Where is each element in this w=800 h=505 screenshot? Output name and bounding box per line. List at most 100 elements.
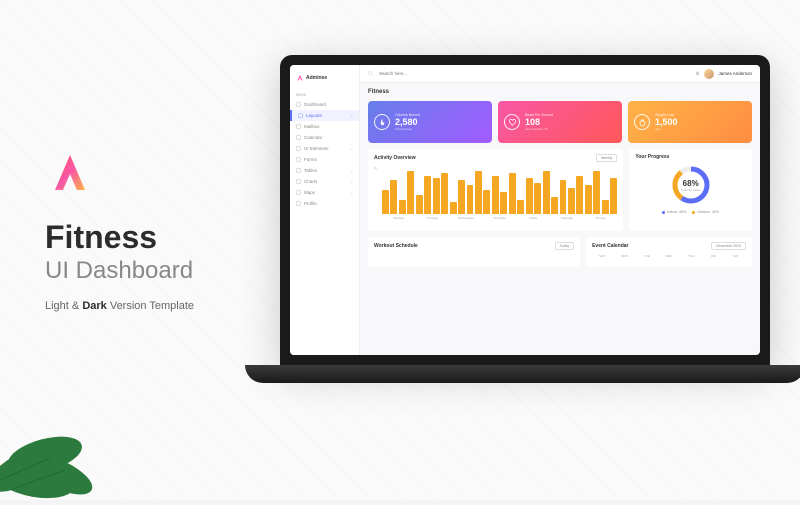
- brand-logo-large: [45, 150, 95, 200]
- calendar-day-header: THU: [681, 254, 701, 258]
- laptop-mockup: Adminse MENU DashboardLayouts⌄MailboxCal…: [280, 55, 770, 435]
- user-name[interactable]: James Anderson: [718, 71, 752, 76]
- workout-filter[interactable]: Today: [555, 242, 574, 250]
- sidebar-item-maps[interactable]: Maps⌄: [290, 187, 359, 198]
- chart-bar: [382, 190, 389, 214]
- chevron-down-icon: ⌄: [350, 114, 353, 118]
- menu-icon: [296, 179, 301, 184]
- chart-bar: [399, 200, 406, 214]
- event-calendar-panel: Event Calendar December 2024 SUNMONTUEWE…: [586, 237, 752, 267]
- notification-icon[interactable]: [695, 71, 700, 76]
- brand-name: Adminse: [306, 75, 327, 81]
- flame-icon: [374, 114, 390, 130]
- chart-bar: [458, 180, 465, 214]
- menu-icon: [296, 102, 301, 107]
- menu-icon: [296, 201, 301, 206]
- calendar-day-header: TUE: [637, 254, 657, 258]
- laptop-base: [245, 365, 800, 383]
- menu-icon: [296, 124, 301, 129]
- chart-bar: [560, 180, 567, 214]
- brand-logo-icon: [296, 74, 304, 82]
- marketing-title: Fitness: [45, 220, 194, 255]
- chart-bar: [467, 185, 474, 214]
- marketing-subtitle: UI Dashboard: [45, 257, 194, 285]
- chart-bar: [492, 176, 499, 214]
- chart-bar: [602, 200, 609, 214]
- sidebar-brand[interactable]: Adminse: [290, 71, 359, 85]
- chart-bar: [517, 200, 524, 214]
- legend-indoor: Indoor 60%: [662, 210, 686, 214]
- stat-cards-row: Calories Burned 2,580 KCal burned Beats …: [368, 101, 752, 143]
- activity-bar-chart: 2k MondayTuesdayWednesdayThursdayFridayS…: [374, 166, 617, 226]
- menu-icon: [296, 190, 301, 195]
- calendar-month[interactable]: December 2024: [711, 242, 746, 250]
- chart-bar: [551, 197, 558, 214]
- sidebar-item-mailbox[interactable]: Mailbox: [290, 121, 359, 132]
- chart-bar: [416, 195, 423, 214]
- sidebar: Adminse MENU DashboardLayouts⌄MailboxCal…: [290, 65, 360, 355]
- chart-bar: [593, 171, 600, 214]
- activity-title: Activity Overview: [374, 155, 416, 161]
- chart-bar: [576, 176, 583, 214]
- chart-bar: [424, 176, 431, 214]
- chart-bar: [450, 202, 457, 214]
- chart-bar: [568, 188, 575, 214]
- user-avatar[interactable]: [704, 69, 714, 79]
- chart-bar: [441, 173, 448, 214]
- calendar-day-header: WED: [659, 254, 679, 258]
- stat-card-calories[interactable]: Calories Burned 2,580 KCal burned: [368, 101, 492, 143]
- progress-panel: Your Progress 68% Calories eaten: [629, 149, 752, 231]
- menu-icon: [296, 168, 301, 173]
- heart-icon: [504, 114, 520, 130]
- workout-schedule-panel: Workout Schedule Today: [368, 237, 580, 267]
- progress-title: Your Progress: [635, 154, 669, 160]
- search-icon: [368, 71, 373, 76]
- sidebar-section-label: MENU: [290, 91, 359, 99]
- marketing-tagline: Light & Dark Version Template: [45, 300, 194, 312]
- calendar-day-header: SUN: [592, 254, 612, 258]
- calendar-day-header: MON: [614, 254, 634, 258]
- menu-icon: [296, 146, 301, 151]
- progress-donut-chart: 68% Calories eaten: [670, 164, 712, 206]
- chart-bar: [407, 171, 414, 214]
- chevron-down-icon: ⌄: [350, 169, 353, 173]
- calendar-title: Event Calendar: [592, 243, 628, 249]
- sidebar-item-calendar[interactable]: Calendar: [290, 132, 359, 143]
- decorative-leaf: [0, 380, 130, 500]
- stat-card-weight[interactable]: Weight Loss 1,500 gain: [628, 101, 752, 143]
- chart-bar: [433, 178, 440, 214]
- sidebar-item-forms[interactable]: Forms: [290, 154, 359, 165]
- page-title: Fitness: [368, 89, 752, 95]
- chart-bar: [585, 185, 592, 214]
- sidebar-item-ui-elements[interactable]: UI Elements⌄: [290, 143, 359, 154]
- chart-bar: [390, 180, 397, 214]
- chart-bar: [610, 178, 617, 214]
- kettlebell-icon: [634, 114, 650, 130]
- activity-filter[interactable]: Weekly: [596, 154, 617, 162]
- sidebar-item-dashboard[interactable]: Dashboard: [290, 99, 359, 110]
- legend-outdoor: Outdoor 30%: [692, 210, 719, 214]
- menu-icon: [298, 113, 303, 118]
- sidebar-item-layouts[interactable]: Layouts⌄: [290, 110, 359, 121]
- chart-bar: [500, 192, 507, 214]
- menu-icon: [296, 135, 301, 140]
- workout-title: Workout Schedule: [374, 243, 418, 249]
- chart-bar: [509, 173, 516, 214]
- chart-bar: [483, 190, 490, 214]
- chart-bar: [475, 171, 482, 214]
- stat-card-heartrate[interactable]: Beats Per Second 108 Last checkup: 72: [498, 101, 622, 143]
- menu-icon: [296, 157, 301, 162]
- activity-overview-panel: Activity Overview Weekly 2k MondayTuesda…: [368, 149, 623, 231]
- search-input[interactable]: [379, 71, 689, 76]
- sidebar-item-charts[interactable]: Charts⌄: [290, 176, 359, 187]
- chevron-down-icon: ⌄: [350, 147, 353, 151]
- sidebar-item-tables[interactable]: Tables⌄: [290, 165, 359, 176]
- chevron-down-icon: ⌄: [350, 180, 353, 184]
- marketing-section: Fitness UI Dashboard Light & Dark Versio…: [45, 150, 194, 312]
- calendar-day-header: SAT: [726, 254, 746, 258]
- calendar-day-header: FRI: [703, 254, 723, 258]
- sidebar-item-profile[interactable]: Profile: [290, 198, 359, 209]
- chart-bar: [534, 183, 541, 214]
- chevron-down-icon: ⌄: [350, 191, 353, 195]
- chart-bar: [543, 171, 550, 214]
